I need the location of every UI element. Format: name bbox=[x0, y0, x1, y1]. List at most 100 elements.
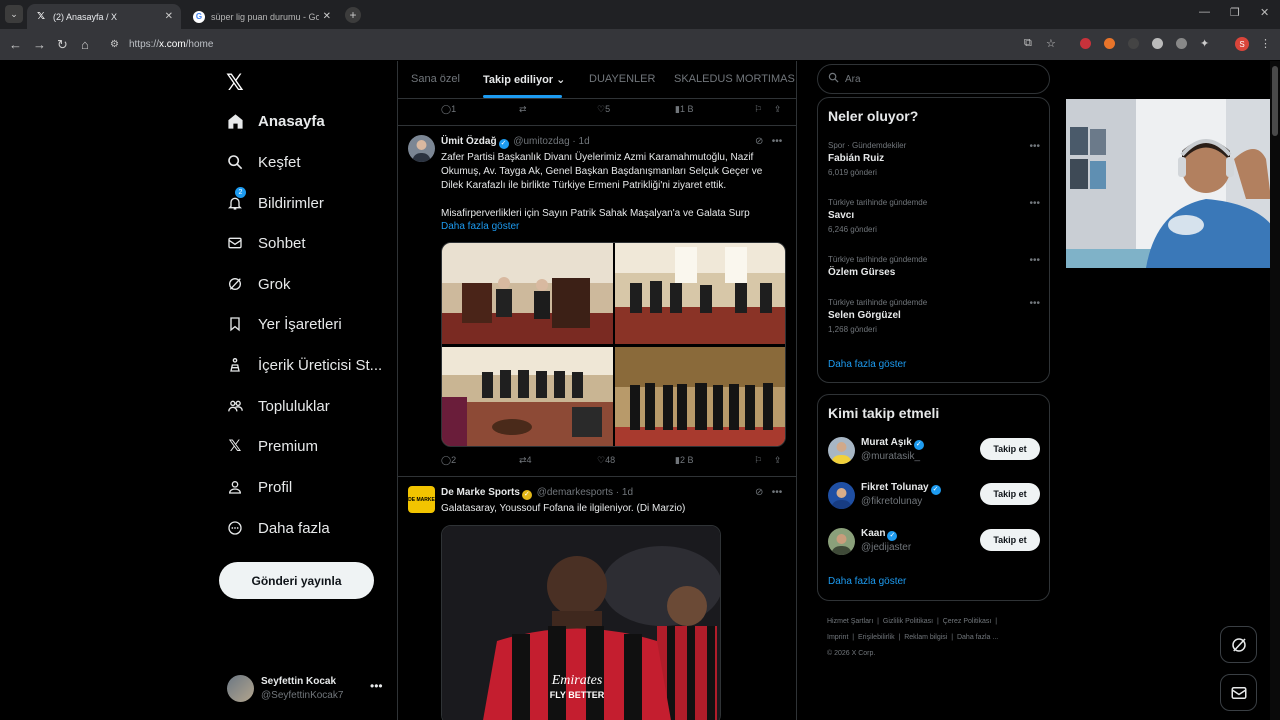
x-logo-icon[interactable]: 𝕏 bbox=[226, 70, 244, 96]
author-handle[interactable]: @demarkesports bbox=[537, 487, 613, 498]
tweet-photo[interactable] bbox=[442, 243, 613, 344]
follow-button[interactable]: Takip et bbox=[980, 438, 1040, 460]
like-button[interactable]: ♡ 48 bbox=[597, 455, 615, 466]
footer-link-ads-info[interactable]: Reklam bilgisi bbox=[904, 634, 947, 641]
author-name[interactable]: Ümit Özdağ bbox=[441, 136, 497, 147]
author-handle[interactable]: @umitozdag bbox=[513, 136, 569, 147]
extension-gray-icon[interactable] bbox=[1128, 38, 1139, 49]
close-tab-icon[interactable]: ✕ bbox=[323, 11, 331, 22]
tab-skaledus-mortimas[interactable]: SKALEDUS MORTIMAS bbox=[674, 73, 795, 85]
avatar[interactable]: DE MARKE bbox=[408, 486, 435, 513]
more-dots-icon[interactable]: ••• bbox=[1029, 141, 1040, 152]
minimize-window-icon[interactable]: — bbox=[1199, 6, 1210, 18]
follow-suggestion[interactable]: Kaan ✓ @jedijaster Takip et bbox=[828, 528, 1040, 558]
like-button[interactable]: ♡ 5 bbox=[597, 104, 610, 115]
site-settings-icon[interactable]: ⚙ bbox=[110, 39, 119, 50]
messages-floating-button[interactable] bbox=[1220, 674, 1257, 711]
trend-item[interactable]: Türkiye tarihinde gündemde Özlem Gürses … bbox=[828, 255, 1040, 278]
share-icon[interactable]: ⇪ bbox=[774, 104, 782, 115]
sidebar-item-profile[interactable]: Profil bbox=[226, 472, 292, 502]
tweet-time[interactable]: · 1d bbox=[572, 136, 589, 147]
follow-suggestion[interactable]: Fikret Tolunay ✓ @fikretolunay Takip et bbox=[828, 482, 1040, 512]
tweet-photo[interactable] bbox=[615, 347, 785, 446]
tweet-photo-grid[interactable] bbox=[441, 242, 786, 447]
more-dots-icon[interactable]: ••• bbox=[1029, 298, 1040, 309]
sidebar-item-home[interactable]: Anasayfa bbox=[226, 106, 325, 136]
repost-button[interactable]: ⇄ 4 bbox=[519, 455, 532, 466]
sidebar-item-grok[interactable]: Grok bbox=[226, 269, 291, 299]
more-dots-icon[interactable]: ••• bbox=[370, 679, 383, 693]
page-scrollbar[interactable] bbox=[1270, 61, 1280, 720]
share-icon[interactable]: ⇪ bbox=[774, 455, 782, 466]
sidebar-item-communities[interactable]: Topluluklar bbox=[226, 391, 330, 421]
more-dots-icon[interactable]: ••• bbox=[772, 487, 783, 498]
sidebar-item-premium[interactable]: 𝕏 Premium bbox=[226, 431, 318, 461]
sidebar-item-messages[interactable]: Sohbet bbox=[226, 228, 306, 258]
extension-orange-icon[interactable] bbox=[1104, 38, 1115, 49]
browser-profile-avatar[interactable]: S bbox=[1235, 37, 1249, 51]
install-app-icon[interactable]: ⧉ bbox=[1024, 37, 1032, 50]
more-dots-icon[interactable]: ••• bbox=[1029, 198, 1040, 209]
reply-button[interactable]: ◯ 1 bbox=[441, 104, 456, 115]
tab-for-you[interactable]: Sana özel bbox=[411, 73, 460, 85]
post-button[interactable]: Gönderi yayınla bbox=[219, 562, 374, 599]
grok-floating-button[interactable] bbox=[1220, 626, 1257, 663]
sidebar-item-notifications[interactable]: 2 Bildirimler bbox=[226, 187, 324, 218]
account-switcher[interactable]: Seyfettin Kocak @SeyfettinKocak7 ••• bbox=[227, 673, 387, 705]
sidebar-item-bookmarks[interactable]: Yer İşaretleri bbox=[226, 309, 342, 339]
repost-button[interactable]: ⇄ bbox=[519, 104, 527, 115]
views-button[interactable]: ▮ 2 B bbox=[675, 455, 693, 466]
forward-arrow-icon[interactable]: → bbox=[33, 37, 46, 52]
show-more-link[interactable]: Daha fazla göster bbox=[441, 221, 519, 232]
bookmark-icon[interactable]: ⚐ bbox=[754, 455, 762, 466]
tweet-photo[interactable]: Emirates FLY BETTER bbox=[441, 525, 721, 720]
grok-explain-icon[interactable]: ⊘ bbox=[755, 487, 763, 498]
tab-duayenler[interactable]: DUAYENLER bbox=[589, 73, 655, 85]
bookmark-star-icon[interactable]: ☆ bbox=[1046, 37, 1056, 50]
reload-icon[interactable]: ↻ bbox=[57, 37, 68, 53]
trends-show-more-link[interactable]: Daha fazla göster bbox=[828, 359, 906, 370]
search-input[interactable]: Ara bbox=[817, 64, 1050, 94]
home-browser-icon[interactable]: ⌂ bbox=[81, 37, 89, 52]
close-tab-icon[interactable]: ✕ bbox=[165, 11, 173, 22]
tab-search-button[interactable]: ⌄ bbox=[5, 5, 23, 23]
browser-menu-icon[interactable]: ⋮ bbox=[1260, 37, 1271, 50]
tweet-time[interactable]: · 1d bbox=[616, 487, 633, 498]
extension-red-icon[interactable] bbox=[1080, 38, 1091, 49]
views-button[interactable]: ▮ 1 B bbox=[675, 104, 693, 115]
avatar[interactable] bbox=[408, 135, 435, 162]
footer-link-terms[interactable]: Hizmet Şartları bbox=[827, 618, 873, 625]
trend-item[interactable]: Spor · Gündemdekiler Fabián Ruiz 6,019 g… bbox=[828, 141, 1040, 177]
bookmark-icon[interactable]: ⚐ bbox=[754, 104, 762, 115]
trend-item[interactable]: Türkiye tarihinde gündemde Selen Görgüze… bbox=[828, 298, 1040, 334]
extensions-puzzle-icon[interactable]: ✦ bbox=[1200, 37, 1209, 50]
scrollbar-thumb[interactable] bbox=[1272, 66, 1278, 136]
back-arrow-icon[interactable]: ← bbox=[9, 37, 22, 52]
tweet-photo[interactable] bbox=[615, 243, 785, 344]
tab-following[interactable]: Takip ediliyor ⌄ bbox=[483, 73, 565, 86]
tab-google-search[interactable]: G süper lig puan durumu - Google ✕ bbox=[185, 4, 339, 29]
footer-link-imprint[interactable]: Imprint bbox=[827, 634, 848, 641]
footer-link-privacy[interactable]: Gizlilik Politikası bbox=[883, 618, 933, 625]
sidebar-item-explore[interactable]: Keşfet bbox=[226, 147, 301, 177]
follow-button[interactable]: Takip et bbox=[980, 529, 1040, 551]
grok-explain-icon[interactable]: ⊘ bbox=[755, 136, 763, 147]
tab-x-home[interactable]: 𝕏 (2) Anasayfa / X ✕ bbox=[27, 4, 181, 29]
tweet-photo[interactable] bbox=[442, 347, 613, 446]
trend-item[interactable]: Türkiye tarihinde gündemde Savcı 6,246 g… bbox=[828, 198, 1040, 234]
footer-link-accessibility[interactable]: Erişilebilirlik bbox=[858, 634, 895, 641]
sidebar-item-creator-studio[interactable]: İçerik Üreticisi St... bbox=[226, 350, 382, 380]
extension-globe-icon[interactable] bbox=[1176, 38, 1187, 49]
who-to-follow-show-more-link[interactable]: Daha fazla göster bbox=[828, 576, 906, 587]
footer-link-more[interactable]: Daha fazla ... bbox=[957, 634, 998, 641]
close-window-icon[interactable]: ✕ bbox=[1260, 6, 1269, 19]
address-bar[interactable]: ⚙ https://x.com/home bbox=[104, 33, 1004, 56]
author-name[interactable]: De Marke Sports bbox=[441, 487, 520, 498]
sidebar-item-more[interactable]: Daha fazla bbox=[226, 513, 330, 543]
extension-shield-icon[interactable] bbox=[1152, 38, 1163, 49]
more-dots-icon[interactable]: ••• bbox=[772, 136, 783, 147]
reply-button[interactable]: ◯ 2 bbox=[441, 455, 456, 466]
footer-link-cookies[interactable]: Çerez Politikası bbox=[943, 618, 992, 625]
new-tab-button[interactable]: + bbox=[345, 7, 361, 23]
follow-button[interactable]: Takip et bbox=[980, 483, 1040, 505]
